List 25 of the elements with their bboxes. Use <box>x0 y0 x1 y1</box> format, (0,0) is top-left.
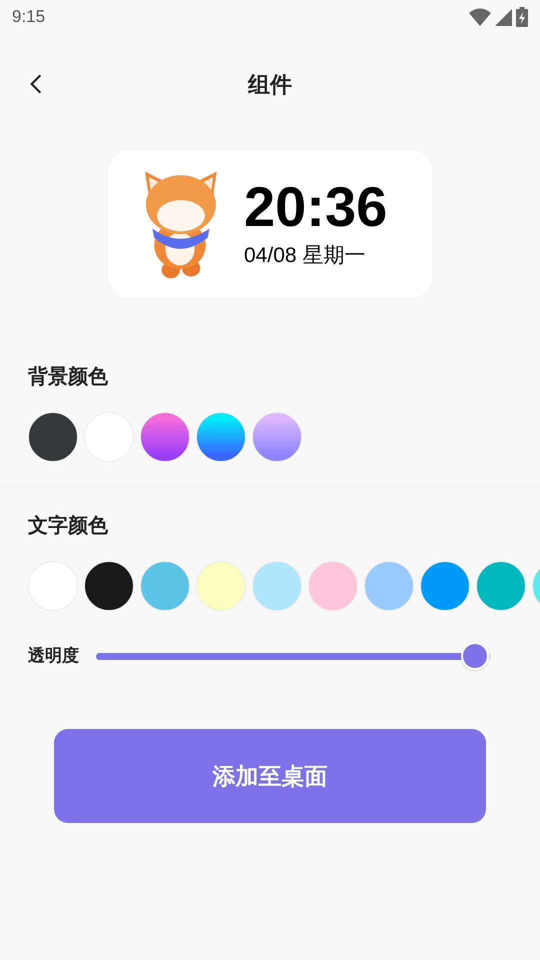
page-title: 组件 <box>248 70 292 98</box>
color-swatch[interactable] <box>196 561 246 611</box>
wifi-icon <box>469 8 491 26</box>
widget-date: 04/08 星期一 <box>244 243 366 270</box>
section-title: 背景颜色 <box>28 364 109 390</box>
color-swatch[interactable] <box>420 561 470 611</box>
widget-time: 20:36 <box>244 176 388 238</box>
color-swatch[interactable] <box>84 561 134 611</box>
opacity-label: 透明度 <box>28 645 79 668</box>
color-swatch[interactable] <box>476 561 526 611</box>
color-swatch[interactable] <box>252 412 302 462</box>
battery-icon <box>516 7 528 27</box>
back-icon <box>30 73 42 95</box>
color-swatch[interactable] <box>364 561 414 611</box>
color-swatch[interactable] <box>28 412 78 462</box>
color-swatch[interactable] <box>140 561 190 611</box>
color-swatch[interactable] <box>140 412 190 462</box>
status-time: 9:15 <box>12 6 46 28</box>
add-to-desktop-button[interactable]: 添加至桌面 <box>54 729 486 823</box>
color-swatch[interactable] <box>196 412 246 462</box>
signal-icon <box>495 8 512 26</box>
section-title: 文字颜色 <box>28 514 109 539</box>
slider-thumb[interactable] <box>461 642 490 670</box>
color-swatch[interactable] <box>308 561 358 611</box>
color-swatch[interactable] <box>252 561 302 611</box>
